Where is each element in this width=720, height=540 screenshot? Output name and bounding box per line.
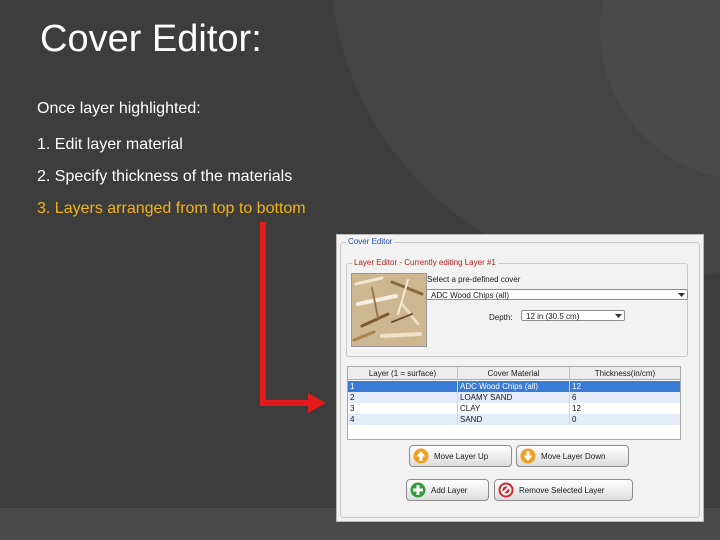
layer-number-cell: 1 [348, 381, 458, 392]
slide-title: Cover Editor: [40, 18, 262, 60]
arrow-down-icon [520, 448, 536, 464]
thickness-cell[interactable]: 12 [570, 381, 680, 392]
material-cell: CLAY [458, 403, 570, 414]
material-cell: LOAMY SAND [458, 392, 570, 403]
move-layer-up-label: Move Layer Up [434, 452, 489, 461]
thickness-cell[interactable]: 12 [570, 403, 680, 414]
column-header-thickness[interactable]: Thickness(in/cm) [570, 367, 680, 380]
table-row[interactable]: 1 ADC Wood Chips (all) 12 [348, 381, 680, 392]
column-header-material[interactable]: Cover Material [458, 367, 570, 380]
depth-label: Depth: [489, 313, 513, 322]
plus-icon [410, 482, 426, 498]
move-layer-up-button[interactable]: Move Layer Up [409, 445, 512, 467]
chevron-down-icon [615, 314, 622, 318]
table-row[interactable]: 3 CLAY 12 [348, 403, 680, 414]
move-layer-down-button[interactable]: Move Layer Down [516, 445, 629, 467]
step-edit-material: 1. Edit layer material [37, 136, 183, 153]
remove-icon [498, 482, 514, 498]
column-header-layer[interactable]: Layer (1 = surface) [348, 367, 458, 380]
pointer-arrow-head [308, 393, 326, 413]
cover-material-dropdown[interactable]: ADC Wood Chips (all) [426, 289, 688, 300]
step-specify-thickness: 2. Specify thickness of the materials [37, 168, 293, 185]
add-layer-button[interactable]: Add Layer [406, 479, 489, 501]
intro-text: Once layer highlighted: [37, 100, 201, 117]
material-cell: SAND [458, 414, 570, 425]
pointer-arrow-bend [260, 400, 312, 406]
layer-number-cell: 3 [348, 403, 458, 414]
layer-number-cell: 4 [348, 414, 458, 425]
thickness-cell[interactable]: 0 [570, 414, 680, 425]
material-cell: ADC Wood Chips (all) [458, 381, 570, 392]
depth-value: 12 in (30.5 cm) [526, 312, 580, 321]
table-row[interactable]: 4 SAND 0 [348, 414, 680, 425]
chevron-down-icon [678, 293, 685, 297]
step-layer-order: 3. Layers arranged from top to bottom [37, 200, 306, 217]
remove-selected-layer-button[interactable]: Remove Selected Layer [494, 479, 633, 501]
layers-table: Layer (1 = surface) Cover Material Thick… [347, 366, 681, 440]
cover-material-value: ADC Wood Chips (all) [431, 291, 510, 300]
layer-number-cell: 2 [348, 392, 458, 403]
cover-editor-window: Cover Editor Layer Editor - Currently ed… [336, 234, 704, 522]
pointer-arrow-shaft [260, 222, 266, 406]
add-layer-label: Add Layer [431, 486, 468, 495]
layer-editor-title: Layer Editor - Currently editing Layer #… [352, 258, 498, 267]
move-layer-down-label: Move Layer Down [541, 452, 606, 461]
slide: Cover Editor: Once layer highlighted: 1.… [0, 0, 720, 540]
predefined-cover-label: Select a pre-defined cover [427, 275, 521, 284]
material-thumbnail [351, 273, 427, 347]
table-row[interactable]: 2 LOAMY SAND 6 [348, 392, 680, 403]
cover-editor-group-title: Cover Editor [346, 237, 395, 246]
depth-dropdown[interactable]: 12 in (30.5 cm) [521, 310, 625, 321]
arrow-up-icon [413, 448, 429, 464]
thickness-cell[interactable]: 6 [570, 392, 680, 403]
remove-selected-layer-label: Remove Selected Layer [519, 486, 605, 495]
